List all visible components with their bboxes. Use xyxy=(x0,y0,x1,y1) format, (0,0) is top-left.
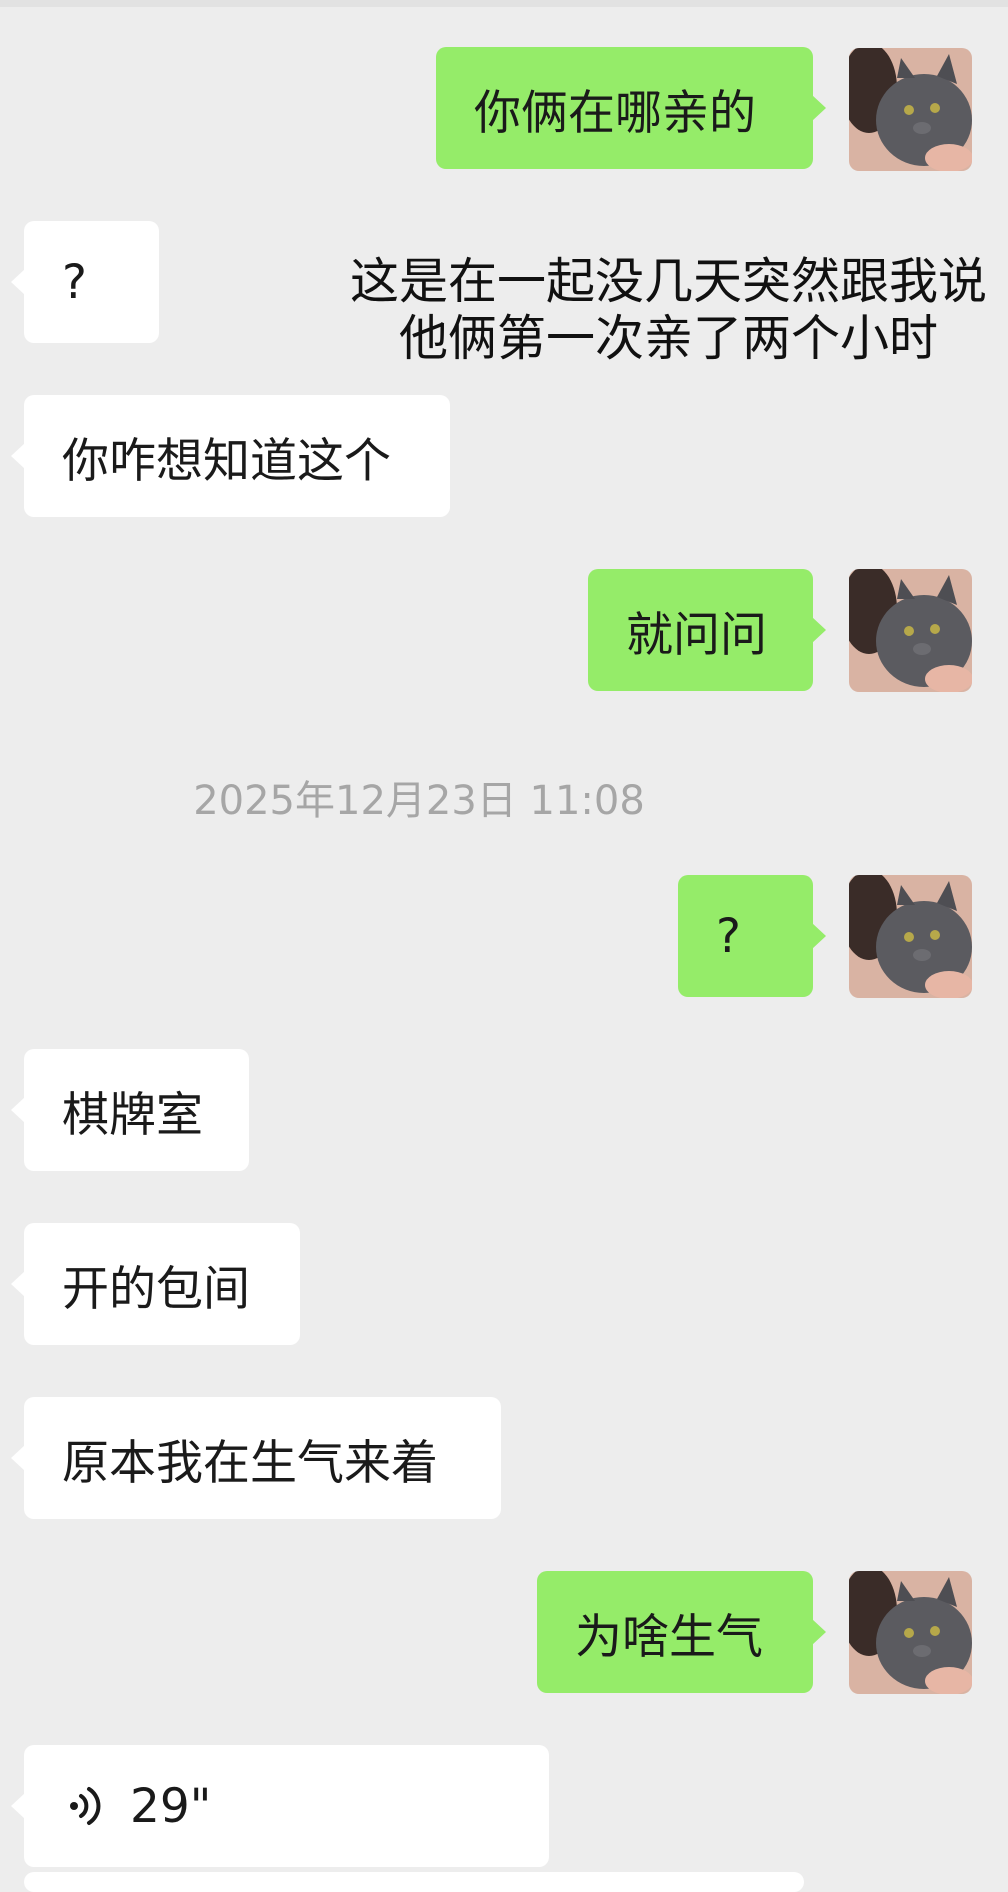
voice-wave-icon xyxy=(70,1787,101,1825)
message-bubble-incoming[interactable]: 棋牌室 xyxy=(11,1049,249,1171)
avatar[interactable] xyxy=(849,1571,972,1694)
message-text: ? xyxy=(62,254,87,310)
cat-avatar-icon xyxy=(849,48,972,171)
message-bubble-outgoing[interactable]: 为啥生气 xyxy=(537,1571,826,1693)
avatar[interactable] xyxy=(849,875,972,998)
voice-duration: 29" xyxy=(130,1778,212,1834)
caption-line: 这是在一起没几天突然跟我说 xyxy=(349,253,987,310)
message-text: ? xyxy=(716,908,741,964)
cat-avatar-icon xyxy=(849,1571,972,1694)
avatar[interactable] xyxy=(849,48,972,171)
partial-next-bubble xyxy=(24,1872,804,1892)
overlay-caption: 这是在一起没几天突然跟我说 他俩第一次亲了两个小时 xyxy=(336,253,1001,367)
message-bubble-incoming[interactable]: ? xyxy=(11,221,159,343)
avatar[interactable] xyxy=(849,569,972,692)
message-text: 就问问 xyxy=(626,607,767,663)
chat-timestamp: 2025年12月23日 11:08 xyxy=(193,778,645,824)
message-text: 为啥生气 xyxy=(575,1609,763,1665)
message-text: 原本我在生气来着 xyxy=(62,1435,438,1491)
message-text: 你俩在哪亲的 xyxy=(474,85,756,141)
message-bubble-outgoing[interactable]: ? xyxy=(678,875,826,997)
top-divider xyxy=(0,0,1008,7)
message-text: 棋牌室 xyxy=(62,1087,203,1143)
message-text: 你咋想知道这个 xyxy=(62,433,391,489)
message-bubble-incoming[interactable]: 原本我在生气来着 xyxy=(11,1397,501,1519)
caption-line: 他俩第一次亲了两个小时 xyxy=(398,310,938,367)
message-text: 开的包间 xyxy=(62,1261,250,1317)
message-bubble-incoming[interactable]: 你咋想知道这个 xyxy=(11,395,450,517)
message-bubble-outgoing[interactable]: 你俩在哪亲的 xyxy=(436,47,826,169)
voice-message-bubble[interactable]: 29" xyxy=(11,1745,549,1867)
cat-avatar-icon xyxy=(849,875,972,998)
message-bubble-outgoing[interactable]: 就问问 xyxy=(588,569,826,691)
cat-avatar-icon xyxy=(849,569,972,692)
message-bubble-incoming[interactable]: 开的包间 xyxy=(11,1223,300,1345)
